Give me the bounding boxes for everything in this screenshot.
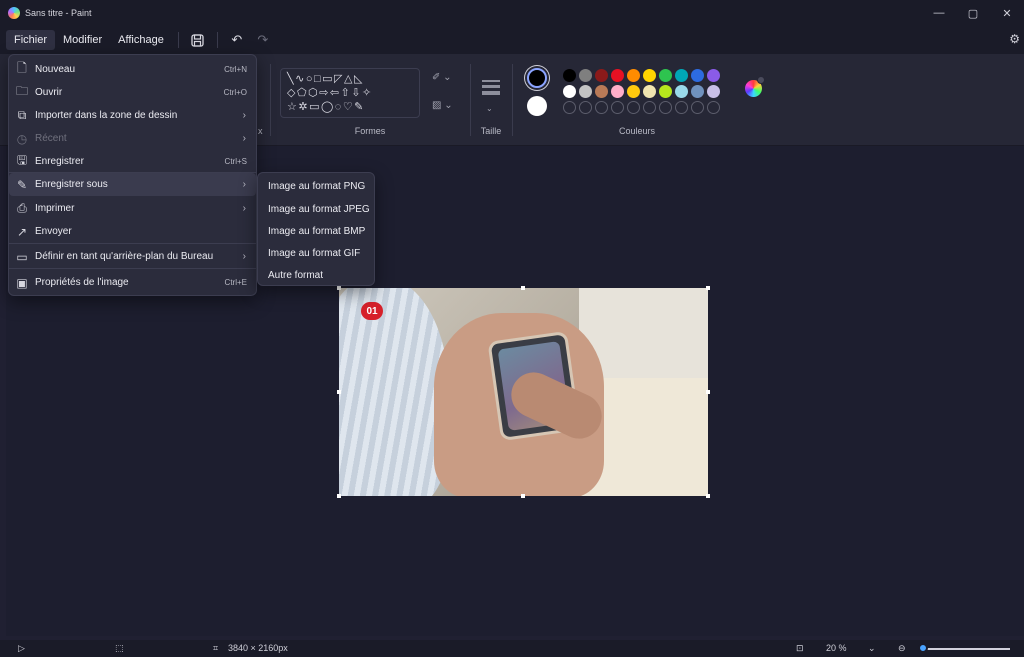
zoom-slider[interactable] <box>925 648 1010 650</box>
file-menu-shortcut: Ctrl+N <box>224 65 247 74</box>
file-menu-divider <box>9 172 256 173</box>
close-button[interactable]: ✕ <box>990 0 1024 26</box>
colors-group-label: Couleurs <box>618 126 656 136</box>
file-menu-item-label: Enregistrer <box>35 156 84 167</box>
status-bar: ▷ ⬚ ⌗ 3840 × 2160px ⊡ 20 % ⌄ ⊖ <box>0 640 1024 657</box>
resize-handle[interactable] <box>521 494 525 498</box>
file-menu-item[interactable]: ◷ Récent › <box>9 127 256 150</box>
save-as-icon: ✎ <box>16 177 28 192</box>
file-menu-item-label: Imprimer <box>35 203 75 214</box>
wallpaper-icon: ▭ <box>16 249 28 264</box>
resize-handle[interactable] <box>706 286 710 290</box>
minimize-button[interactable]: — <box>922 0 956 26</box>
menu-modifier[interactable]: Modifier <box>55 30 110 50</box>
selection-size-icon: ⬚ <box>115 643 124 653</box>
file-menu-item-label: Propriétés de l'image <box>35 277 129 288</box>
menu-bar: Fichier Modifier Affichage ↶ ↷ <box>0 26 1024 54</box>
share-icon: ↗ <box>16 224 28 239</box>
menu-fichier[interactable]: Fichier <box>6 30 56 50</box>
resize-handle[interactable] <box>337 390 341 394</box>
file-menu-item[interactable]: ⧉ Importer dans la zone de dessin › <box>9 104 256 127</box>
file-menu-item-label: Ouvrir <box>35 87 63 98</box>
save-as-other-format[interactable]: Autre format <box>268 270 323 281</box>
window-controls: — ▢ ✕ <box>922 0 1024 26</box>
paint-app-icon <box>8 7 20 19</box>
file-menu-item-label: Nouveau <box>35 64 76 75</box>
shapes-group: Formes <box>270 54 470 146</box>
chevron-right-icon: › <box>242 179 246 190</box>
zoom-level-select[interactable]: 20 % <box>826 643 847 653</box>
save-as-jpeg[interactable]: Image au format JPEG <box>268 204 370 215</box>
print-icon: ⎙ <box>17 201 27 215</box>
undo-icon[interactable]: ↶ <box>224 29 250 51</box>
file-menu-item-label: Envoyer <box>35 226 72 237</box>
drawing-canvas-image[interactable]: 01 <box>339 288 708 496</box>
file-menu-shortcut: Ctrl+E <box>224 278 247 287</box>
file-menu-item[interactable]: ▣ Propriétés de l'image Ctrl+E <box>9 271 256 294</box>
zoom-chevron-icon[interactable]: ⌄ <box>868 643 876 654</box>
import-icon: ⧉ <box>17 108 27 122</box>
file-menu-shortcut: Ctrl+S <box>224 157 247 166</box>
file-menu-item-label: Enregistrer sous <box>35 179 108 190</box>
file-menu: 🗋 Nouveau Ctrl+N 🗀 Ouvrir Ctrl+O ⧉ Importer dan… <box>8 54 257 296</box>
resize-handle[interactable] <box>521 286 525 290</box>
title-bar: Sans titre - Paint — ▢ ✕ <box>0 0 1024 26</box>
file-menu-item[interactable]: 🗀 Ouvrir Ctrl+O <box>9 81 256 104</box>
ribbon-partial-label: x <box>258 126 263 136</box>
save-icon: 🖫 <box>16 153 28 167</box>
resize-handle[interactable] <box>706 494 710 498</box>
redo-icon[interactable]: ↷ <box>250 29 276 51</box>
file-menu-item[interactable]: ↗ Envoyer <box>9 220 256 243</box>
image-badge: 01 <box>361 302 383 320</box>
chevron-right-icon: › <box>242 110 246 121</box>
file-menu-item[interactable]: ✎ Enregistrer sous › <box>9 173 256 196</box>
photo-shirt <box>339 288 449 496</box>
save-as-submenu: Image au format PNG Image au format JPEG… <box>257 172 375 286</box>
save-icon[interactable] <box>185 29 211 51</box>
size-group: Taille <box>470 54 512 146</box>
menubar-divider <box>216 32 218 48</box>
menubar-divider <box>177 32 179 48</box>
save-as-png[interactable]: Image au format PNG <box>268 181 365 192</box>
chevron-right-icon: › <box>242 203 246 214</box>
file-menu-shortcut: Ctrl+O <box>223 88 247 97</box>
zoom-slider-thumb[interactable] <box>918 643 928 653</box>
resize-handle[interactable] <box>337 286 341 290</box>
window-title: Sans titre - Paint <box>25 8 92 18</box>
file-menu-item[interactable]: 🗋 Nouveau Ctrl+N <box>9 58 256 81</box>
canvas-size-icon: ⌗ <box>213 643 219 653</box>
chevron-right-icon: › <box>242 133 246 144</box>
file-menu-divider <box>9 268 256 269</box>
save-as-gif[interactable]: Image au format GIF <box>268 248 360 259</box>
file-menu-item[interactable]: ⎙ Imprimer › <box>9 197 256 220</box>
file-menu-item[interactable]: 🖫 Enregistrer Ctrl+S <box>9 150 256 173</box>
new-file-icon: 🗋 <box>17 61 27 75</box>
resize-handle[interactable] <box>706 390 710 394</box>
canvas-dimensions: 3840 × 2160px <box>228 643 288 653</box>
file-menu-item[interactable]: ▭ Définir en tant qu'arrière-plan du Bure… <box>9 245 256 268</box>
folder-icon: 🗀 <box>15 84 28 98</box>
file-menu-item-label: Définir en tant qu'arrière-plan du Burea… <box>35 251 214 262</box>
chevron-right-icon: › <box>242 251 246 262</box>
image-properties-icon: ▣ <box>16 275 28 290</box>
settings-gear-icon[interactable]: ⚙ <box>1009 32 1020 46</box>
file-menu-divider <box>9 243 256 244</box>
size-group-label: Taille <box>480 126 502 136</box>
save-as-bmp[interactable]: Image au format BMP <box>268 226 365 237</box>
cursor-position-icon: ▷ <box>18 643 25 653</box>
file-menu-item-label: Importer dans la zone de dessin <box>35 110 178 121</box>
maximize-button[interactable]: ▢ <box>956 0 990 26</box>
shapes-group-label: Formes <box>354 126 386 136</box>
colors-group: Couleurs <box>512 54 762 146</box>
zoom-out-icon[interactable]: ⊖ <box>898 643 906 654</box>
menu-affichage[interactable]: Affichage <box>110 30 172 50</box>
resize-handle[interactable] <box>337 494 341 498</box>
file-menu-item-label: Récent <box>35 133 67 144</box>
fit-to-window-icon[interactable]: ⊡ <box>796 643 804 654</box>
recent-icon: ◷ <box>16 131 28 146</box>
